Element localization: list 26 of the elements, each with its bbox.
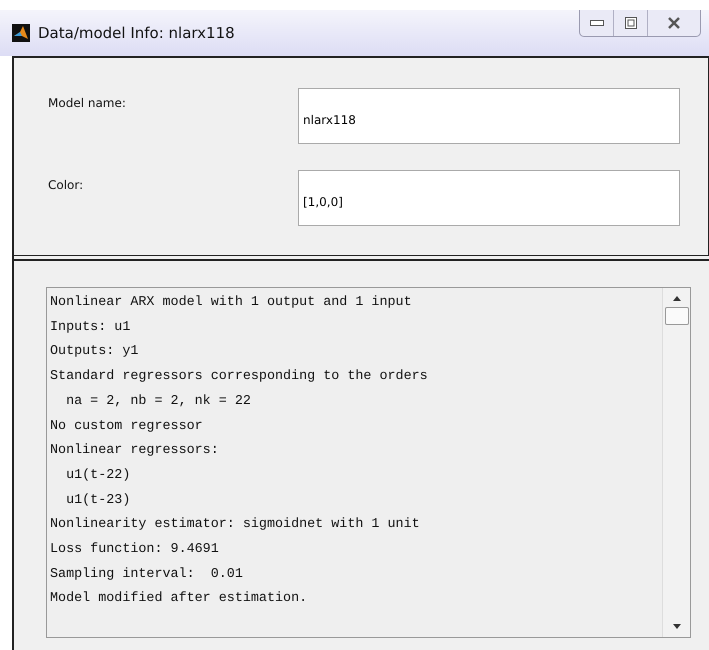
- field-label: Color:: [48, 177, 84, 194]
- info-text-line: Nonlinearity estimator: sigmoidnet with 1 unit: [50, 516, 421, 534]
- scroll-down-icon[interactable]: [672, 624, 680, 629]
- input-field[interactable]: nlarx118: [298, 88, 680, 144]
- app-logo-icon: [12, 24, 30, 42]
- info-text-line: Model modified after estimation.: [50, 590, 308, 608]
- minimize-icon: [590, 20, 604, 26]
- info-text-line: na = 2, nb = 2, nk = 22: [65, 392, 252, 411]
- maximize-icon: [624, 17, 636, 29]
- scrollbar[interactable]: [662, 288, 690, 637]
- info-text-line: u1(t-23): [65, 492, 132, 510]
- input-field[interactable]: [1,0,0]: [298, 170, 680, 226]
- close-icon: [667, 17, 681, 29]
- info-text-line: Nonlinear ARX model with 1 output and 1 input: [50, 294, 413, 312]
- scroll-thumb[interactable]: [664, 307, 688, 325]
- info-text-line: No custom regressor: [50, 418, 204, 436]
- info-text-line: Loss function: 9.4691: [50, 541, 220, 560]
- info-text-line: u1(t-22): [65, 466, 132, 485]
- info-text-line: Nonlinear regressors:: [50, 442, 220, 460]
- scroll-up-icon[interactable]: [672, 296, 680, 301]
- info-text-line: Standard regressors corresponding to the orders: [50, 368, 429, 386]
- window-title: Data/model Info: nlarx118: [38, 24, 236, 42]
- info-text-line: Outputs: y1: [50, 343, 140, 362]
- field-label: Model name:: [48, 95, 126, 112]
- info-text-line: Inputs: u1: [50, 318, 132, 337]
- info-text-line: Sampling interval: 0.01: [50, 566, 244, 584]
